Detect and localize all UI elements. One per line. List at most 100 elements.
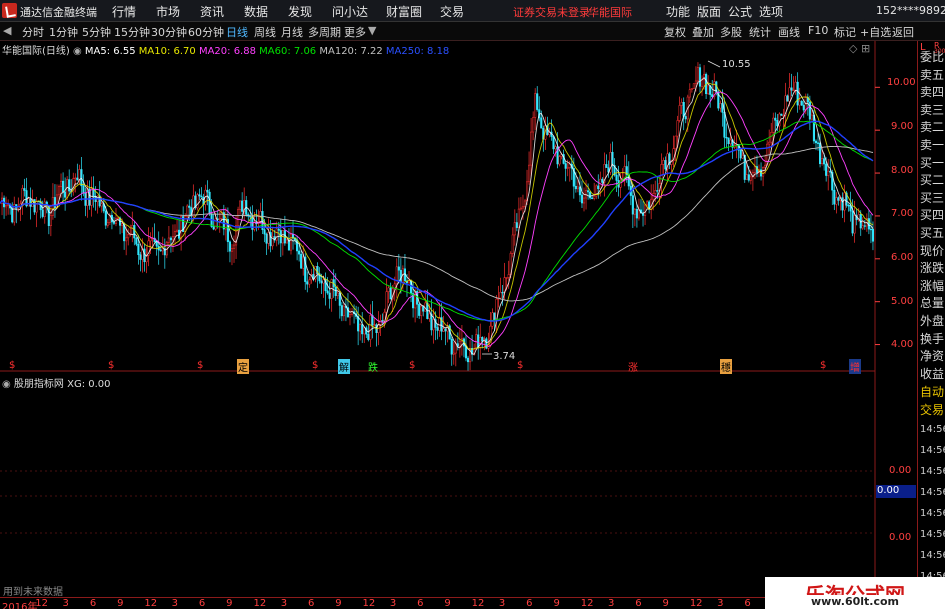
sidebar-trade[interactable]: 交易 bbox=[920, 402, 945, 419]
ma60-line bbox=[0, 120, 874, 322]
candle-body bbox=[133, 225, 136, 239]
candle-body bbox=[76, 177, 79, 181]
candle-body bbox=[605, 164, 608, 168]
candle-body bbox=[432, 319, 435, 331]
candle-body bbox=[841, 197, 844, 211]
candle-body bbox=[125, 237, 128, 242]
menu-item-layout[interactable]: 版面 bbox=[697, 3, 721, 20]
tab-period-1min[interactable]: 1分钟 bbox=[49, 24, 78, 40]
candle-body bbox=[298, 250, 301, 255]
candle-body bbox=[228, 241, 231, 252]
ma250-value: MA250: 8.18 bbox=[385, 46, 450, 57]
signal-tag-zhang: 涨 bbox=[628, 363, 638, 374]
candle-body bbox=[790, 87, 793, 91]
sub-y-tick-upper: 0.00 bbox=[889, 465, 912, 476]
menu-item-wealth[interactable]: 财富圈 bbox=[386, 3, 422, 20]
menu-item-function[interactable]: 功能 bbox=[666, 3, 690, 20]
sidebar-quote-label: 买二 bbox=[920, 173, 945, 188]
candle-body bbox=[582, 197, 586, 204]
x-tick-label: 9 bbox=[662, 598, 669, 609]
toolbar-restore-rights[interactable]: 复权 bbox=[664, 24, 686, 40]
menu-item-formula[interactable]: 公式 bbox=[728, 3, 752, 20]
candle-body bbox=[558, 156, 561, 165]
tab-period-30min[interactable]: 30分钟 bbox=[151, 24, 187, 40]
candle-body bbox=[239, 200, 242, 210]
signal-marker: $ bbox=[108, 360, 115, 371]
candle-body bbox=[654, 190, 657, 194]
tab-period-5min[interactable]: 5分钟 bbox=[82, 24, 111, 40]
candle-body bbox=[580, 194, 584, 204]
menu-item-quotes[interactable]: 行情 bbox=[112, 3, 136, 20]
tab-period-daily[interactable]: 日线 bbox=[226, 24, 248, 40]
sub-collapse-icon[interactable]: ◉ bbox=[2, 379, 14, 390]
candle-body bbox=[851, 210, 854, 234]
signal-marker: $ bbox=[409, 360, 416, 371]
candle-body bbox=[540, 117, 543, 129]
menu-item-options[interactable]: 选项 bbox=[759, 3, 783, 20]
x-tick-label: 3 bbox=[608, 598, 615, 609]
menu-item-discover[interactable]: 发现 bbox=[288, 3, 312, 20]
candle-body bbox=[513, 222, 516, 236]
candle-body bbox=[729, 139, 732, 145]
candle-body bbox=[674, 135, 677, 149]
ma10-value: MA10: 6.70 bbox=[138, 46, 196, 57]
tab-period-multi[interactable]: 多周期 bbox=[308, 24, 341, 40]
toolbar-draw[interactable]: 画线 bbox=[778, 24, 800, 40]
tab-period-60min[interactable]: 60分钟 bbox=[188, 24, 224, 40]
sidebar-quote-label: 买五 bbox=[920, 226, 945, 240]
menu-item-news[interactable]: 资讯 bbox=[200, 3, 224, 20]
candle-body bbox=[7, 204, 10, 206]
candle-body bbox=[78, 169, 81, 181]
menu-item-data[interactable]: 数据 bbox=[244, 3, 268, 20]
tab-period-15min[interactable]: 15分钟 bbox=[114, 24, 150, 40]
candle-body bbox=[682, 102, 685, 117]
login-warning[interactable]: 证券交易未登录 bbox=[513, 4, 590, 20]
candle-body bbox=[774, 117, 777, 121]
sidebar-quote-label: 外盘 bbox=[920, 314, 945, 328]
chart-options-icon[interactable]: ◇ ⊞ bbox=[849, 42, 870, 55]
toolbar-mark[interactable]: 标记 bbox=[834, 24, 856, 40]
legend-collapse-icon[interactable]: ◉ bbox=[73, 46, 85, 57]
candle-body bbox=[794, 81, 797, 91]
toolbar-overlay[interactable]: 叠加 bbox=[692, 24, 714, 40]
candle-body bbox=[418, 304, 421, 316]
x-tick-label: 9 bbox=[553, 598, 560, 609]
app-name: 通达信金融终端 bbox=[20, 6, 97, 19]
x-tick-label: 3 bbox=[62, 598, 69, 609]
sub-legend: ◉ 股朋指标网 XG: 0.00 bbox=[2, 375, 111, 390]
candle-body bbox=[739, 149, 742, 159]
tab-period-more[interactable]: 更多 bbox=[344, 24, 366, 40]
tab-period-monthly[interactable]: 月线 bbox=[281, 24, 303, 40]
toolbar-statistics[interactable]: 统计 bbox=[749, 24, 771, 40]
ma250-line bbox=[0, 120, 874, 322]
candle-body bbox=[725, 137, 728, 139]
tab-period-fenshi[interactable]: 分时 bbox=[22, 24, 44, 40]
more-dropdown-icon[interactable]: ▼ bbox=[368, 24, 376, 37]
x-tick-label: 3 bbox=[498, 598, 506, 609]
x-tick-label: 3 bbox=[389, 598, 397, 609]
toolbar-back[interactable]: 返回 bbox=[892, 24, 914, 40]
kline-chart-area[interactable] bbox=[0, 41, 915, 609]
menu-item-market[interactable]: 市场 bbox=[156, 3, 180, 20]
candle-body bbox=[188, 205, 191, 208]
sidebar-trade-time: 14:56 bbox=[920, 508, 945, 519]
candle-body bbox=[825, 163, 828, 176]
candle-body bbox=[320, 280, 323, 284]
candle-body bbox=[792, 89, 795, 92]
tab-period-weekly[interactable]: 周线 bbox=[254, 24, 276, 40]
toolbar-left-arrow-icon[interactable]: ◀ bbox=[3, 24, 11, 37]
candle-body bbox=[74, 177, 77, 180]
candle-body bbox=[694, 80, 697, 85]
sidebar-quote-label: 买三 bbox=[920, 190, 945, 205]
menu-item-ask[interactable]: 问小达 bbox=[332, 3, 368, 20]
menu-item-trade[interactable]: 交易 bbox=[440, 3, 464, 20]
candle-body bbox=[523, 200, 527, 207]
candle-body bbox=[698, 67, 702, 87]
candle-body bbox=[135, 237, 138, 245]
toolbar-multi-stock[interactable]: 多股 bbox=[720, 24, 742, 40]
toolbar-add-watchlist[interactable]: +自选 bbox=[860, 24, 891, 40]
toolbar-f10[interactable]: F10 bbox=[808, 24, 828, 37]
account-id[interactable]: 152****9892 bbox=[876, 4, 945, 17]
sidebar-auto[interactable]: 自动 bbox=[920, 384, 945, 401]
kline-svg[interactable] bbox=[0, 41, 915, 609]
